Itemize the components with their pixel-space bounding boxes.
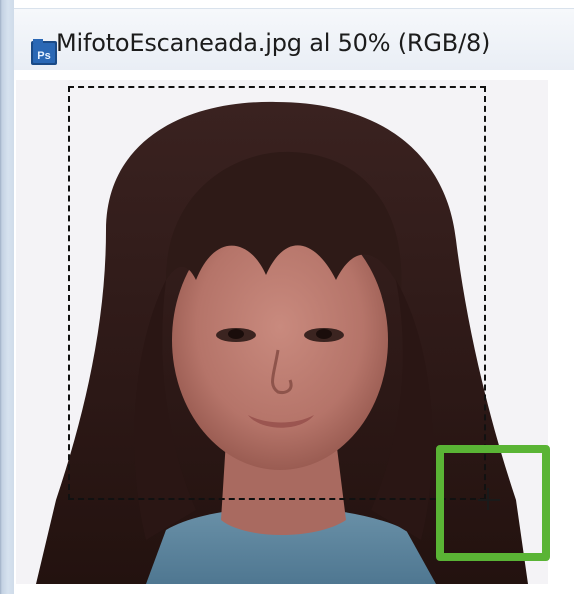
window-frame-left bbox=[0, 0, 14, 594]
document-titlebar[interactable]: Ps MifotoEscaneada.jpg al 50% (RGB/8) bbox=[14, 8, 574, 71]
document-window: Ps MifotoEscaneada.jpg al 50% (RGB/8) bbox=[0, 0, 574, 594]
selection-marquee[interactable] bbox=[68, 86, 486, 500]
document-title: MifotoEscaneada.jpg al 50% (RGB/8) bbox=[56, 29, 491, 57]
window-bottom-strip bbox=[14, 584, 574, 594]
app-icon-label: Ps bbox=[37, 50, 50, 62]
corner-highlight-box bbox=[436, 445, 550, 561]
